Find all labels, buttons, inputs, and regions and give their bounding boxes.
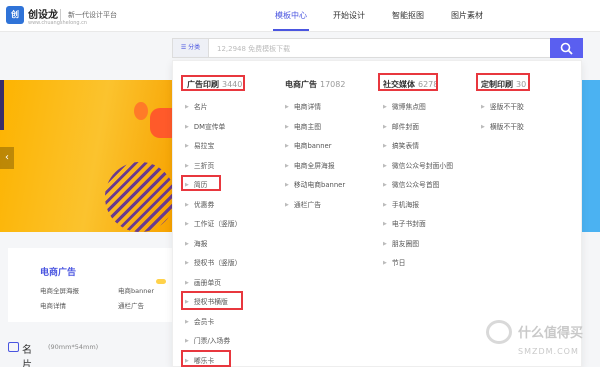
menu-item[interactable]: ▶ 名片 [185, 101, 207, 111]
hot-tag [156, 279, 166, 284]
highlight-box [181, 75, 245, 91]
menu-item[interactable]: ▶ 微博焦点图 [383, 101, 426, 111]
menu-item[interactable]: ▶ 通栏广告 [285, 199, 321, 209]
nav-image-assets[interactable]: 图片素材 [451, 10, 483, 21]
top-header: 创 创设龙 www.chuangshelong.cn 新一代设计平台 模板中心 … [0, 0, 600, 32]
menu-item[interactable]: ▶ 节日 [383, 257, 405, 267]
search-icon [560, 42, 573, 55]
banner-edge [0, 80, 4, 130]
menu-item[interactable]: ▶ 朋友圈图 [383, 238, 419, 248]
search-input[interactable]: 12,2948 免费模板下载 [217, 44, 290, 54]
logo-icon[interactable]: 创 [6, 6, 24, 24]
highlight-box [181, 291, 243, 310]
category-button[interactable]: ☰ 分类 [173, 39, 209, 57]
card-link[interactable]: 通栏广告 [118, 300, 144, 310]
slogan: 新一代设计平台 [68, 11, 117, 19]
menu-item[interactable]: ▶ 三折页 [185, 160, 214, 170]
watermark-logo-icon [486, 320, 512, 344]
card-link[interactable]: 电商全屏海报 [40, 285, 79, 295]
menu-item[interactable]: ▶ 电商详情 [285, 101, 321, 111]
menu-item[interactable]: ▶ 邮件封面 [383, 121, 419, 131]
menu-item[interactable]: ▶ 微信公众号首图 [383, 179, 439, 189]
menu-item[interactable]: ▶ 微信公众号封面小图 [383, 160, 453, 170]
section-size: (90mm*54mm) [48, 343, 99, 351]
highlight-box [378, 73, 438, 91]
menu-item[interactable]: ▶ 工作证（竖版） [185, 218, 241, 228]
right-banner[interactable] [582, 80, 600, 232]
card-title[interactable]: 电商广告 [40, 265, 76, 278]
menu-item[interactable]: ▶ 搞笑表情 [383, 140, 419, 150]
ecommerce-card: 电商广告 电商全屏海报 电商banner 电商详情 通栏广告 [8, 248, 172, 322]
menu-item[interactable]: ▶ 手机海报 [383, 199, 419, 209]
menu-item[interactable]: ▶ 门票/入场券 [185, 335, 230, 345]
nav-start-design[interactable]: 开始设计 [333, 10, 365, 21]
menu-item[interactable]: ▶ 授权书（竖版） [185, 257, 241, 267]
watermark-text: 什么值得买 [518, 326, 584, 341]
nav-template-center[interactable]: 模板中心 [275, 10, 307, 21]
banner-decoration [105, 162, 172, 232]
menu-item[interactable]: ▶ 电子书封面 [383, 218, 426, 228]
highlight-box [476, 73, 530, 91]
highlight-box [181, 175, 221, 191]
nav-smart-cutout[interactable]: 智能抠图 [392, 10, 424, 21]
watermark-url: SMZDM.COM [518, 347, 579, 356]
menu-item[interactable]: ▶ 电商banner [285, 140, 332, 150]
header-divider [60, 9, 61, 21]
menu-item[interactable]: ▶ 电商全屏海报 [285, 160, 335, 170]
nav-active-indicator [273, 29, 309, 31]
menu-item[interactable]: ▶ 会员卡 [185, 316, 214, 326]
column-header-ecommerce[interactable]: 电商广告 17082 [285, 79, 345, 90]
menu-item[interactable]: ▶ DM宣传单 [185, 121, 225, 131]
menu-item[interactable]: ▶ 横版不干胶 [481, 121, 524, 131]
search-bar: ☰ 分类 12,2948 免费模板下载 [172, 38, 583, 58]
brand-url: www.chuangshelong.cn [28, 20, 88, 26]
menu-item[interactable]: ▶ 移动电商banner [285, 179, 345, 189]
highlight-box [181, 350, 231, 367]
watermark: 什么值得买 SMZDM.COM [484, 316, 596, 364]
menu-item[interactable]: ▶ 画册单页 [185, 277, 221, 287]
menu-item[interactable]: ▶ 海报 [185, 238, 207, 248]
section-title: 名片 [22, 345, 32, 367]
card-link[interactable]: 电商banner [118, 285, 154, 295]
brand-name[interactable]: 创设龙 [28, 6, 58, 21]
menu-item[interactable]: ▶ 电商主图 [285, 121, 321, 131]
banner-decoration [150, 108, 172, 138]
banner-decoration [134, 102, 148, 120]
banner-prev-arrow[interactable]: ‹ [0, 147, 14, 169]
search-button[interactable] [550, 38, 583, 58]
card-link[interactable]: 电商详情 [40, 300, 66, 310]
menu-item[interactable]: ▶ 易拉宝 [185, 140, 214, 150]
hero-banner[interactable] [0, 80, 172, 232]
menu-item[interactable]: ▶ 竖版不干胶 [481, 101, 524, 111]
menu-item[interactable]: ▶ 优惠券 [185, 199, 214, 209]
card-icon [8, 342, 19, 352]
